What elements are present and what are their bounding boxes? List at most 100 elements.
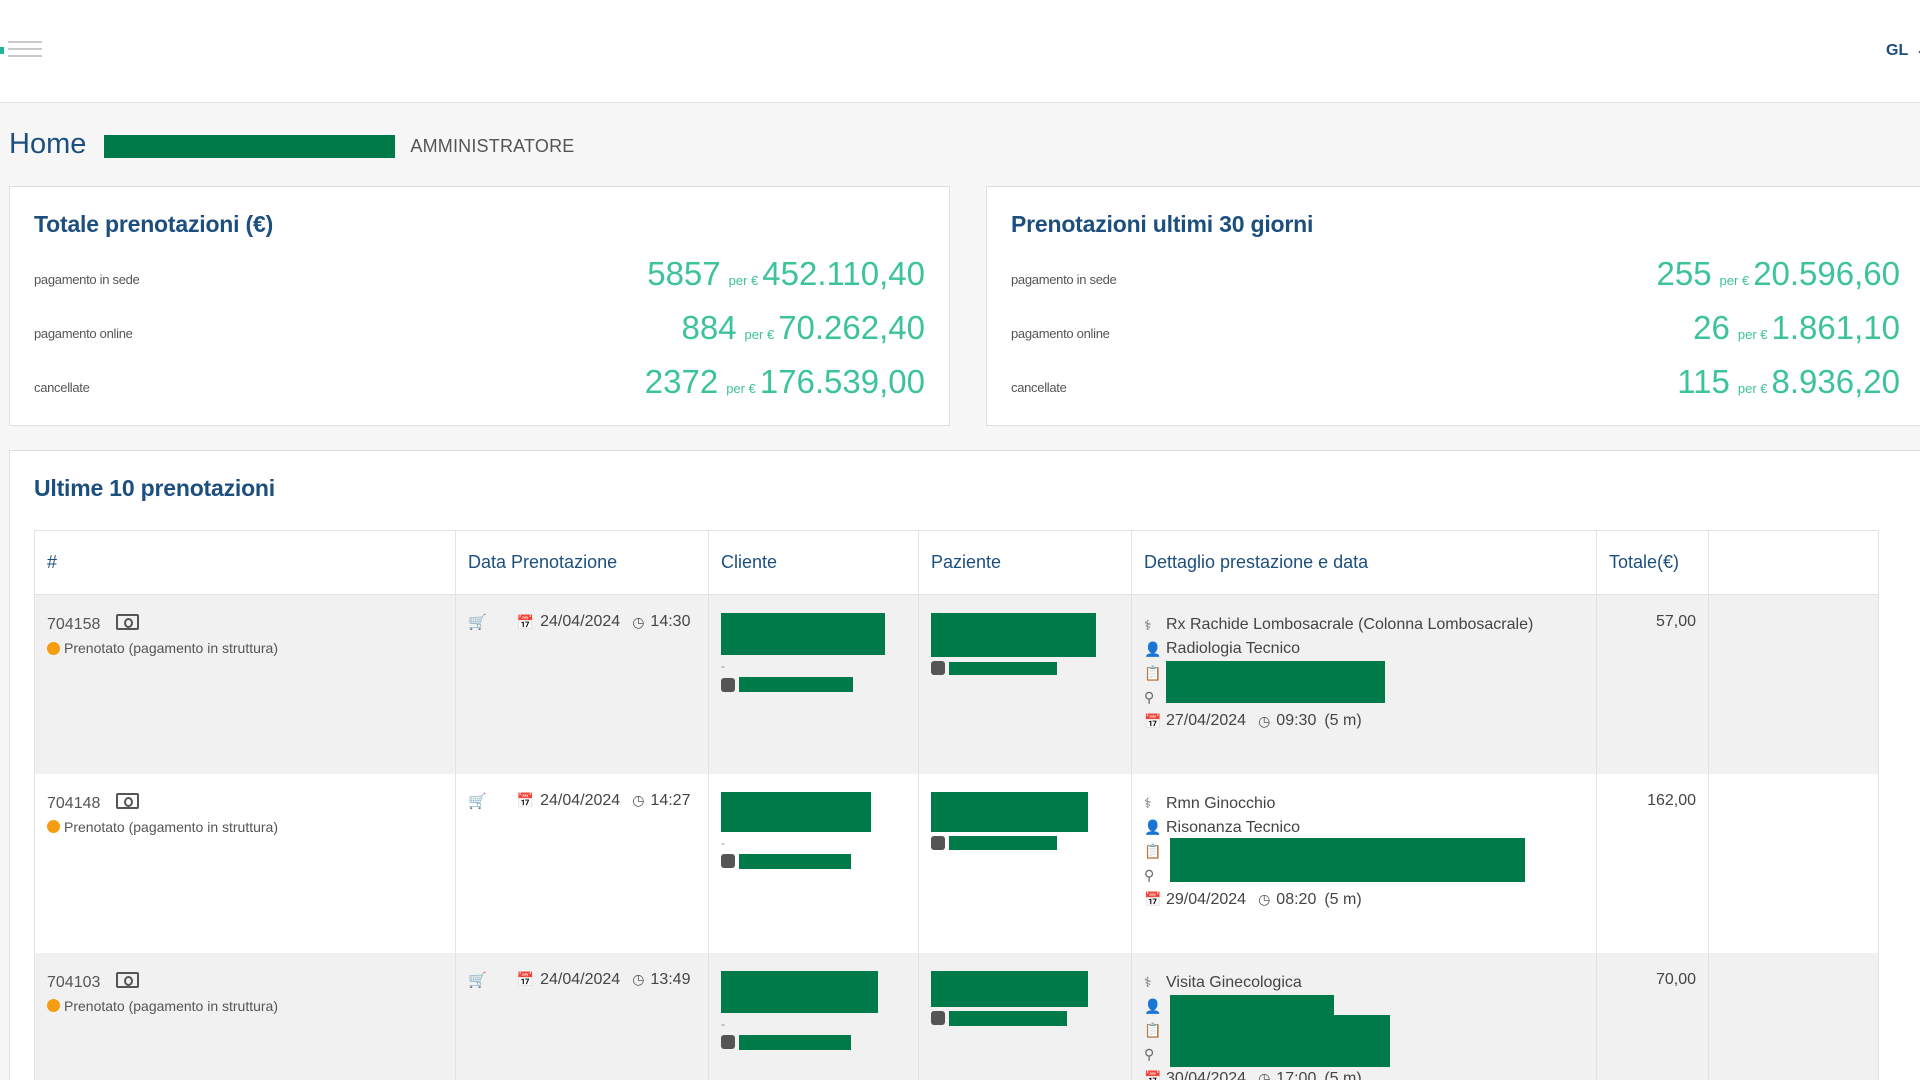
booking-date: 24/04/2024 [540,970,621,988]
stat-row: pagamento online 26 per €1.861,10 [1011,305,1900,353]
appointment-date: 27/04/2024 [1166,712,1247,729]
cash-icon [116,971,140,988]
section-title: Ultime 10 prenotazioni [34,475,275,501]
stat-count: 115 [1677,363,1730,400]
bookings-table: # Data Prenotazione Cliente Paziente Det… [34,530,1879,1080]
table-row[interactable]: 704103 Prenotato (pagamento in struttura… [34,952,1879,1080]
phone-icon [721,854,735,868]
booking-time: 14:27 [650,791,691,809]
stat-per: per € [744,327,775,342]
service-name: Rx Rachide Lombosacrale (Colonna Lombosa… [1166,616,1534,633]
chevron-down-icon: ⌄ [1915,42,1920,59]
calendar-icon: 📅 [516,971,535,987]
cash-icon [116,792,140,809]
stat-row: cancellate 115 per €8.936,20 [1011,359,1900,407]
client-dash: - [721,659,725,673]
redacted-client-name [721,970,878,1013]
status-dot [47,641,60,655]
column-header-date[interactable]: Data Prenotazione [455,530,709,595]
technician: Risonanza Tecnico [1166,818,1301,836]
redacted-location [1170,837,1525,882]
status-badge: Prenotato (pagamento in struttura) [47,640,443,656]
clipboard-icon: 📋 [1144,664,1162,681]
clock-icon: ◷ [632,971,645,987]
column-header-detail[interactable]: Dettaglio prestazione e data [1131,530,1597,595]
appointment-time: 09:30 [1276,712,1317,729]
column-header-client[interactable]: Cliente [708,530,919,595]
stat-label: pagamento online [34,326,133,341]
doctor-icon: 👤 [1144,998,1162,1014]
redacted-patient-phone [949,661,1057,675]
redacted-location [1170,1014,1390,1067]
booking-date: 24/04/2024 [540,791,621,809]
table-row[interactable]: 704158 Prenotato (pagamento in struttura… [34,594,1879,774]
actions-cell [1708,952,1879,1080]
stat-amount: 20.596,60 [1753,255,1900,292]
stat-row: pagamento in sede 255 per €20.596,60 [1011,251,1900,299]
stat-values: 26 per €1.861,10 [1693,309,1900,347]
clock-icon: ◷ [1258,891,1271,907]
actions-cell [1708,773,1879,953]
doctor-icon: 👤 [1144,819,1162,835]
booking-id[interactable]: 704103 [47,974,100,991]
stat-label: pagamento in sede [34,272,140,287]
stat-amount: 8.936,20 [1771,363,1900,400]
redacted-client-phone [739,677,853,692]
appointment-date: 29/04/2024 [1166,890,1247,908]
cart-icon[interactable]: 🛒 [468,971,487,989]
column-header-patient[interactable]: Paziente [918,530,1132,595]
page-title: Home [9,127,87,160]
column-header-total[interactable]: Totale(€) [1596,530,1709,595]
redacted-technician [1170,994,1334,1017]
cart-icon[interactable]: 🛒 [468,792,487,810]
clock-icon: ◷ [632,792,645,808]
column-header-actions [1708,530,1879,595]
clipboard-icon: 📋 [1144,843,1162,859]
redacted-patient-name [931,791,1088,832]
calendar-icon: 📅 [516,613,535,630]
table-row[interactable]: 704148 Prenotato (pagamento in struttura… [34,773,1879,953]
appointment-duration: (5 m) [1324,712,1362,729]
stat-count: 26 [1693,309,1730,346]
clock-icon: ◷ [632,613,645,630]
stat-label: pagamento in sede [1011,272,1117,287]
stat-row: pagamento in sede 5857 per €452.110,40 [34,251,925,299]
stat-per: per € [728,273,759,288]
stat-row: pagamento online 884 per €70.262,40 [34,305,925,353]
booking-id[interactable]: 704158 [47,616,100,633]
phone-icon [931,835,945,850]
last-30-days-card: Prenotazioni ultimi 30 giorni pagamento … [986,186,1920,426]
redacted-client-name [721,791,871,832]
cart-icon[interactable]: 🛒 [468,613,487,631]
booking-id[interactable]: 704148 [47,795,100,812]
totals-card: Totale prenotazioni (€) pagamento in sed… [9,186,950,426]
stat-count: 884 [681,309,737,346]
cash-icon [116,614,140,630]
stat-amount: 70.262,40 [778,309,925,346]
status-text: Prenotato (pagamento in struttura) [64,818,279,835]
stat-count: 255 [1656,255,1712,292]
location-icon: ⚲ [1144,1046,1155,1062]
phone-icon [721,1035,735,1049]
redacted-client-name [721,613,885,655]
user-menu[interactable]: GL ⌄ [1886,40,1920,60]
status-text: Prenotato (pagamento in struttura) [64,640,279,656]
redacted-location [1166,661,1385,703]
booking-time: 13:49 [650,970,691,988]
stat-values: 255 per €20.596,60 [1656,255,1900,293]
appointment-time: 08:20 [1276,890,1317,908]
status-dot [47,820,60,833]
column-header-id[interactable]: # [34,530,456,595]
stat-amount: 452.110,40 [762,255,925,292]
redacted-patient-name [931,970,1088,1007]
calendar-icon: 📅 [1144,712,1162,729]
stat-amount: 176.539,00 [759,363,925,400]
appointment-duration: (5 m) [1324,890,1362,908]
doctor-icon: 👤 [1144,640,1162,657]
stat-per: per € [726,381,756,396]
stat-values: 115 per €8.936,20 [1677,363,1900,401]
location-icon: ⚲ [1144,688,1155,705]
booking-date: 24/04/2024 [540,613,621,630]
stethoscope-icon: ⚕ [1144,974,1152,990]
hamburger-icon[interactable] [8,41,42,61]
